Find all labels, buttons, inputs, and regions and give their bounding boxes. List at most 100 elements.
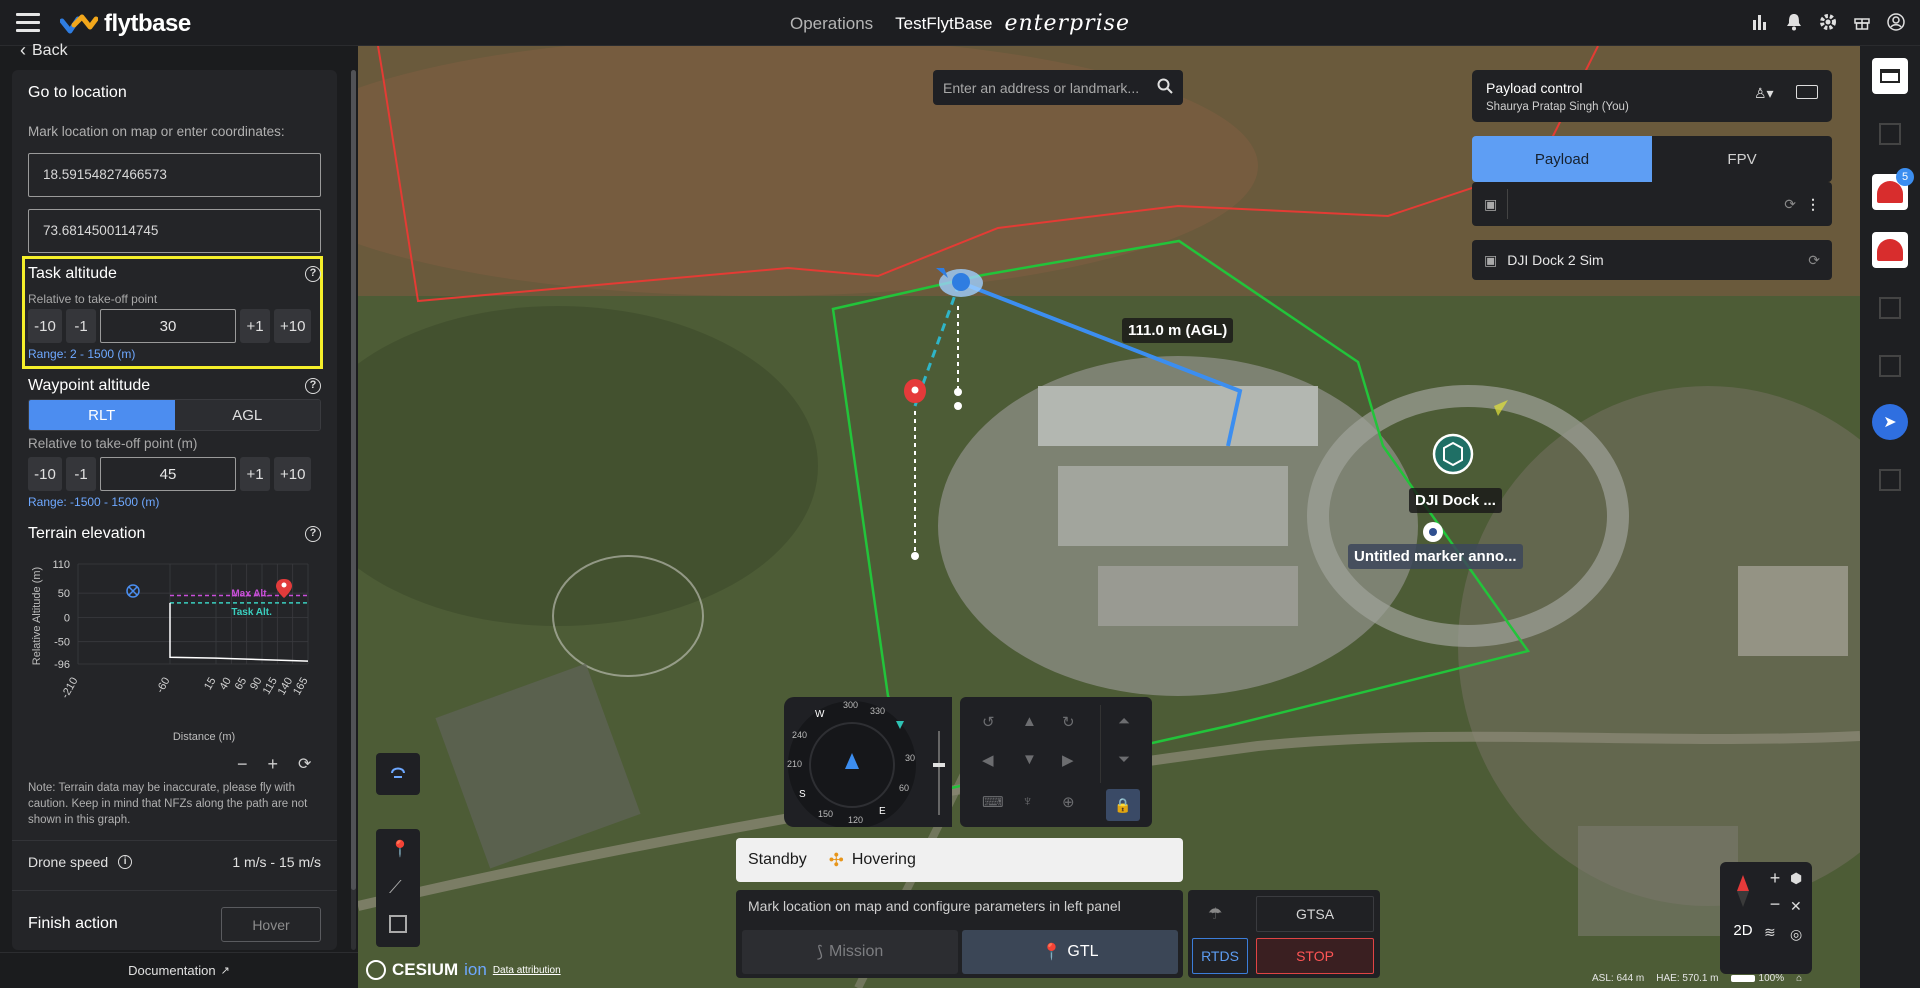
drone-center-icon[interactable]: ✕ — [1790, 898, 1802, 915]
finish-action-select[interactable]: Hover — [221, 907, 321, 942]
info-icon[interactable]: i — [118, 855, 133, 869]
rtds-button[interactable]: RTDS — [1192, 938, 1248, 974]
chart-x-tick: 65 — [233, 676, 250, 693]
bar-chart-icon[interactable] — [1750, 12, 1770, 32]
waypoint-altitude-input[interactable]: 45 — [100, 457, 236, 491]
compass-label: W — [815, 709, 825, 720]
add-widget-icon[interactable] — [1872, 290, 1908, 326]
zoom-out-button[interactable]: − — [1764, 894, 1786, 915]
layers-icon[interactable]: ≋ — [1764, 924, 1776, 941]
rotate-right-icon[interactable]: ↻ — [1062, 713, 1075, 731]
arrow-left-icon[interactable]: ◀ — [982, 751, 994, 769]
lock-icon[interactable]: 🔒 — [1106, 789, 1140, 821]
gear-icon[interactable] — [1818, 12, 1838, 32]
zoom-in-button[interactable]: + — [1764, 868, 1786, 889]
dock-icon[interactable] — [1432, 433, 1474, 475]
back-label: Back — [32, 41, 68, 59]
longitude-input[interactable]: 73.6814500114745 — [28, 209, 321, 253]
help-icon[interactable]: ? — [305, 266, 321, 282]
zoom-out-icon[interactable]: − — [237, 754, 248, 775]
search-placeholder: Enter an address or landmark... — [943, 79, 1140, 96]
map-style-button[interactable] — [376, 753, 420, 795]
keyboard-icon[interactable]: ⌨ — [982, 793, 1004, 811]
waypoint-altitude-plus10-button[interactable]: +10 — [274, 457, 312, 491]
task-altitude-minus1-button[interactable]: -1 — [66, 309, 96, 343]
menu-icon[interactable] — [16, 13, 40, 33]
help-icon[interactable]: ? — [305, 526, 321, 542]
chart-annotation: Max Alt. — [231, 589, 269, 600]
altitude-slider-handle[interactable] — [933, 763, 945, 767]
stop-button[interactable]: STOP — [1256, 938, 1374, 974]
locate-icon[interactable]: ◎ — [1790, 926, 1802, 943]
task-altitude-plus1-button[interactable]: +1 — [240, 309, 270, 343]
documentation-link[interactable]: Documentation ↗ — [0, 952, 358, 988]
refresh-icon[interactable]: ⟳ — [1784, 196, 1796, 213]
rotate-left-icon[interactable]: ↺ — [982, 713, 995, 731]
waypoint-altitude-plus1-button[interactable]: +1 — [240, 457, 270, 491]
task-altitude-plus10-button[interactable]: +10 — [274, 309, 312, 343]
operator-dropdown-icon[interactable]: ♙▾ — [1754, 85, 1774, 102]
device-panel-icon[interactable] — [1872, 58, 1908, 94]
parachute-icon[interactable]: ☂ — [1208, 904, 1222, 924]
polygon-tool-icon[interactable] — [389, 915, 407, 933]
zoom-in-icon[interactable]: + — [268, 754, 279, 775]
notification-badge: 5 — [1896, 168, 1914, 186]
arrow-right-icon[interactable]: ▶ — [1062, 751, 1074, 769]
refresh-icon[interactable]: ⟳ — [1808, 252, 1820, 269]
map-navigation: + − 2D ≋ ⬢ ✕ ◎ — [1720, 862, 1812, 974]
search-icon[interactable] — [1157, 78, 1173, 97]
flytbase-logo[interactable]: flytbase — [60, 10, 191, 38]
gamepad-icon[interactable]: ⊕ — [1062, 793, 1075, 811]
mode-rlt-button[interactable]: RLT — [29, 400, 175, 430]
3d-box-icon[interactable]: ⬢ — [1790, 870, 1802, 887]
camera-off-icon[interactable]: ▣ — [1484, 196, 1497, 213]
gtl-button[interactable]: 📍 GTL — [962, 930, 1178, 974]
keyboard-icon[interactable] — [1796, 85, 1818, 99]
latitude-input[interactable]: 18.59154827466573 — [28, 153, 321, 197]
task-altitude-minus10-button[interactable]: -10 — [28, 309, 62, 343]
back-button[interactable]: ‹ Back — [20, 40, 68, 61]
gift-icon[interactable] — [1852, 12, 1872, 32]
flytbase-app-icon[interactable]: ➤ — [1872, 404, 1908, 440]
line-tool-icon[interactable]: ⟋ — [389, 877, 402, 898]
marker-tool-icon[interactable]: 📍 — [390, 839, 410, 859]
panel-scrollbar[interactable] — [351, 70, 356, 950]
data-attribution-link[interactable]: Data attribution — [493, 965, 561, 976]
waypoint-altitude-minus10-button[interactable]: -10 — [28, 457, 62, 491]
arrow-up-icon[interactable]: ▲ — [1022, 713, 1037, 730]
task-altitude-input[interactable]: 30 — [100, 309, 236, 343]
external-link-icon: ↗ — [220, 965, 230, 977]
mission-button[interactable]: ⟆ Mission — [742, 930, 958, 974]
add-widget-icon[interactable] — [1872, 348, 1908, 384]
nav-operations[interactable]: Operations — [790, 14, 873, 34]
refresh-icon[interactable]: ⟳ — [298, 754, 311, 775]
ascend-icon[interactable]: ⏶ — [1118, 713, 1130, 730]
dock-alert-icon[interactable] — [1872, 232, 1908, 268]
map-search-input[interactable]: Enter an address or landmark... — [933, 70, 1183, 105]
camera-off-icon[interactable]: ▣ — [1484, 252, 1497, 269]
waypoint-altitude-minus1-button[interactable]: -1 — [66, 457, 96, 491]
chart-x-tick: 115 — [261, 676, 280, 697]
account-icon[interactable] — [1886, 12, 1906, 32]
marker-annotation-icon[interactable] — [1423, 522, 1443, 542]
waypoint-altitude-mode-toggle: RLT AGL — [28, 399, 321, 431]
bell-icon[interactable] — [1784, 12, 1804, 32]
asl-readout: ASL: 644 m — [1592, 972, 1645, 984]
add-widget-icon[interactable] — [1872, 462, 1908, 498]
tab-payload[interactable]: Payload — [1472, 136, 1652, 182]
destination-pin-icon[interactable] — [904, 379, 926, 403]
joystick-icon[interactable]: ♆ — [1022, 793, 1033, 810]
descend-icon[interactable]: ⏷ — [1118, 751, 1130, 768]
arrow-down-icon[interactable]: ▼ — [1022, 751, 1037, 768]
more-vertical-icon[interactable]: ⋮ — [1806, 196, 1820, 213]
gtsa-button[interactable]: GTSA — [1256, 896, 1374, 932]
add-widget-icon[interactable] — [1872, 116, 1908, 152]
help-icon[interactable]: ? — [305, 378, 321, 394]
dock-alert-icon[interactable]: 5 — [1872, 168, 1914, 210]
mode-agl-button[interactable]: AGL — [174, 400, 320, 430]
view-mode-toggle[interactable]: 2D — [1728, 922, 1758, 939]
cesium-text: CESIUM — [392, 960, 459, 979]
tab-fpv[interactable]: FPV — [1652, 136, 1832, 182]
north-arrow-icon[interactable] — [1728, 872, 1758, 910]
panel-title: Go to location — [28, 84, 127, 101]
